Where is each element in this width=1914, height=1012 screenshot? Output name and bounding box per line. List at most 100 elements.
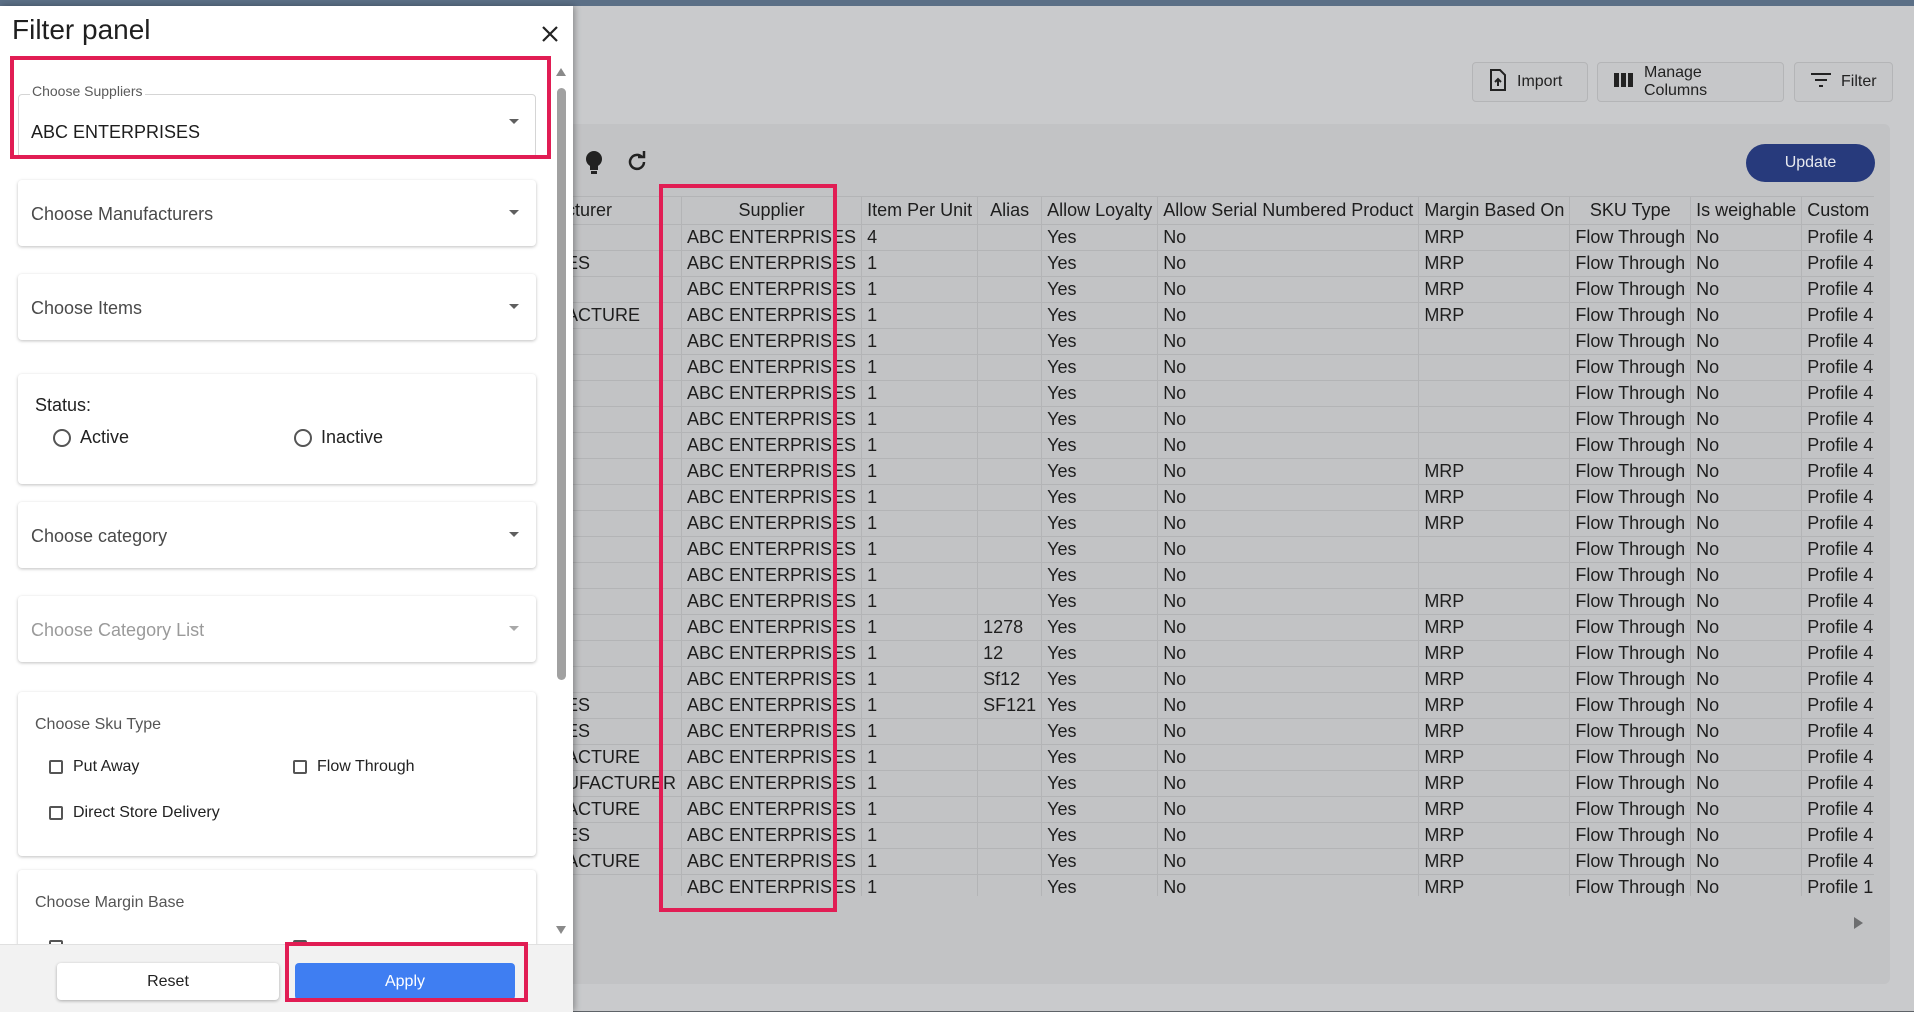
flow-through-label: Flow Through <box>317 758 415 775</box>
table-cell: Yes <box>1041 432 1159 459</box>
table-cell: Yes <box>1041 328 1159 355</box>
column-header[interactable]: Custom Barco <box>1801 196 1874 225</box>
table-cell: Flow Through <box>1569 328 1692 355</box>
table-cell: MRP <box>1418 224 1571 251</box>
table-cell: Flow Through <box>1569 848 1692 875</box>
table-cell <box>977 432 1043 459</box>
table-cell <box>977 484 1043 511</box>
table-cell: Flow Through <box>1569 354 1692 381</box>
scroll-up-arrow[interactable] <box>556 68 566 76</box>
table-cell: Yes <box>1041 640 1159 667</box>
table-cell <box>977 406 1043 433</box>
panel-scrollbar[interactable] <box>555 66 567 936</box>
table-cell: Flow Through <box>1569 614 1692 641</box>
table-row[interactable]: ES ABC ENTERPRISES 1 Yes No MRP Flow Through No… <box>560 250 1874 277</box>
update-button[interactable]: Update <box>1746 144 1875 182</box>
table-row[interactable]: ABC ENTERPRISES 1 Yes No Flow Through No Profi… <box>560 406 1874 433</box>
table-row[interactable]: ABC ENTERPRISES 1 Yes No MRP Flow Through No Pr… <box>560 484 1874 511</box>
checkbox-put-away[interactable]: Put Away <box>49 758 139 776</box>
table-cell <box>560 224 683 251</box>
table-row[interactable]: ACTURE ABC ENTERPRISES 1 Yes No MRP Flow Throu… <box>560 302 1874 329</box>
table-row[interactable]: ES ABC ENTERPRISES 1 SF121 Yes No MRP Flow Thro… <box>560 692 1874 719</box>
table-cell: Flow Through <box>1569 432 1692 459</box>
table-row[interactable]: ABC ENTERPRISES 1 Yes No Flow Through No Profi… <box>560 380 1874 407</box>
table-row[interactable]: ABC ENTERPRISES 1 Yes No Flow Through No Profi… <box>560 536 1874 563</box>
scroll-down-arrow[interactable] <box>556 926 566 934</box>
table-cell: ABC ENTERPRISES <box>681 874 863 896</box>
radio-inactive[interactable]: Inactive <box>294 427 383 448</box>
table-cell: Profile 4 <box>1801 224 1874 251</box>
table-cell: No <box>1157 796 1420 823</box>
table-cell: MRP <box>1418 796 1571 823</box>
checkbox-direct-store-delivery[interactable]: Direct Store Delivery <box>49 804 220 822</box>
column-header[interactable]: Allow Loyalty <box>1041 196 1159 225</box>
table-cell: Profile 4 <box>1801 692 1874 719</box>
table-cell: Flow Through <box>1569 588 1692 615</box>
scrollbar-thumb[interactable] <box>557 88 566 680</box>
table-cell <box>1418 328 1571 355</box>
column-header[interactable]: cturer <box>560 196 683 225</box>
lightbulb-icon[interactable] <box>584 150 604 181</box>
refresh-icon[interactable] <box>625 150 649 179</box>
column-header[interactable]: Margin Based On <box>1418 196 1571 225</box>
table-row[interactable]: ABC ENTERPRISES 1 Yes No MRP Flow Through No Pr… <box>560 588 1874 615</box>
filter-button[interactable]: Filter <box>1794 62 1893 102</box>
checkbox-flow-through[interactable]: Flow Through <box>293 758 415 776</box>
table-row[interactable]: IABC ENTERPRISES1YesNoMRPFlow ThroughNoP… <box>560 874 1874 896</box>
import-button[interactable]: Import <box>1472 62 1588 102</box>
column-header[interactable]: Alias <box>977 196 1043 225</box>
table-row[interactable]: ABC ENTERPRISES 1 Yes No Flow Through No Profi… <box>560 354 1874 381</box>
table-cell: Flow Through <box>1569 666 1692 693</box>
close-button[interactable] <box>536 20 564 48</box>
scroll-right-arrow[interactable] <box>1854 917 1863 929</box>
table-row[interactable]: ABC ENTERPRISES 1 Yes No MRP Flow Through No Pr… <box>560 276 1874 303</box>
table-cell: Yes <box>1041 744 1159 771</box>
table-cell: Flow Through <box>1569 640 1692 667</box>
column-header[interactable]: Is weighable <box>1690 196 1803 225</box>
put-away-label: Put Away <box>73 758 140 775</box>
table-row[interactable]: ACTURE ABC ENTERPRISES 1 Yes No MRP Flow Throu… <box>560 744 1874 771</box>
table-row[interactable]: ACTURE ABC ENTERPRISES 1 Yes No MRP Flow Throu… <box>560 796 1874 823</box>
items-select[interactable]: Choose Items <box>18 274 536 340</box>
table-cell: ACTURE <box>560 796 683 823</box>
table-row[interactable]: ABC ENTERPRISES 4 Yes No MRP Flow Through No Pr… <box>560 224 1874 251</box>
manage-columns-button[interactable]: Manage Columns <box>1597 62 1784 102</box>
table-cell: ACTURE <box>560 302 683 329</box>
table-cell: Sf12 <box>977 666 1043 693</box>
table-cell: Yes <box>1041 770 1159 797</box>
table-row[interactable]: ABC ENTERPRISES 1 Yes No Flow Through No Profi… <box>560 328 1874 355</box>
table-cell: No <box>1157 822 1420 849</box>
table-row[interactable]: ABC ENTERPRISES 1 12 Yes No MRP Flow Through No… <box>560 640 1874 667</box>
radio-active[interactable]: Active <box>53 427 129 448</box>
column-header[interactable]: Item Per Unit <box>861 196 979 225</box>
table-row[interactable]: ACTURE ABC ENTERPRISES 1 Yes No MRP Flow Throu… <box>560 848 1874 875</box>
table-row[interactable]: ABC ENTERPRISES 1 Yes No MRP Flow Through No Pr… <box>560 458 1874 485</box>
table-row[interactable]: UFACTURER ABC ENTERPRISES 1 Yes No MRP Flow Th… <box>560 770 1874 797</box>
table-row[interactable]: ABC ENTERPRISES 1 Sf12 Yes No MRP Flow Through… <box>560 666 1874 693</box>
category-select[interactable]: Choose category <box>18 502 536 568</box>
chevron-down-icon <box>509 626 519 631</box>
manufacturers-select[interactable]: Choose Manufacturers <box>18 180 536 246</box>
table-cell: ABC ENTERPRISES <box>681 536 863 563</box>
table-row[interactable]: ABC ENTERPRISES 1 Yes No Flow Through No Profi… <box>560 432 1874 459</box>
apply-button[interactable]: Apply <box>295 963 515 1000</box>
table-row[interactable]: ES ABC ENTERPRISES 1 Yes No MRP Flow Through No… <box>560 822 1874 849</box>
table-cell: 1 <box>861 380 979 407</box>
table-cell: Flow Through <box>1569 458 1692 485</box>
table-cell: 1 <box>861 874 979 896</box>
table-cell <box>560 510 683 537</box>
reset-button[interactable]: Reset <box>57 963 279 1000</box>
category-placeholder: Choose category <box>31 526 168 546</box>
table-cell: 1 <box>861 406 979 433</box>
column-header[interactable]: Allow Serial Numbered Product <box>1157 196 1420 225</box>
table-cell: Profile 4 <box>1801 380 1874 407</box>
table-row[interactable]: ABC ENTERPRISES 1 1278 Yes No MRP Flow Through… <box>560 614 1874 641</box>
column-header[interactable]: SKU Type <box>1569 196 1692 225</box>
column-header[interactable]: Supplier <box>681 196 863 225</box>
table-row[interactable]: ABC ENTERPRISES 1 Yes No Flow Through No Profi… <box>560 562 1874 589</box>
table-cell: No <box>1157 406 1420 433</box>
table-row[interactable]: ES ABC ENTERPRISES 1 Yes No MRP Flow Through No… <box>560 718 1874 745</box>
table-row[interactable]: ABC ENTERPRISES 1 Yes No MRP Flow Through No Pr… <box>560 510 1874 537</box>
supplier-select[interactable]: Choose Suppliers ABC ENTERPRISES <box>18 83 536 158</box>
radio-circle-icon <box>53 428 71 447</box>
